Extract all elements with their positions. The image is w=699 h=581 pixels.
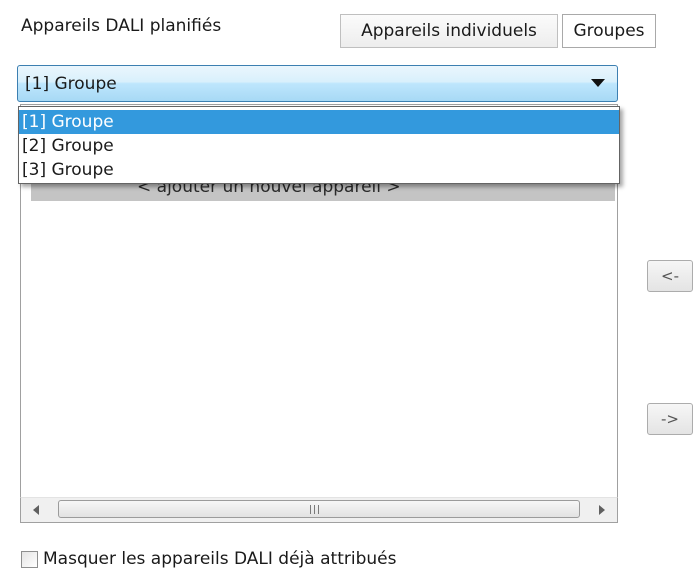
dropdown-option[interactable]: [2] Groupe (19, 134, 619, 158)
arrow-left-icon (33, 505, 39, 515)
chevron-down-icon[interactable] (591, 79, 605, 87)
move-left-button[interactable]: <- (647, 260, 693, 292)
tab-individual-devices[interactable]: Appareils individuels (340, 14, 558, 48)
horizontal-scrollbar[interactable] (20, 497, 618, 523)
panel-title: Appareils DALI planifiés (21, 16, 222, 36)
dropdown-option[interactable]: [1] Groupe (19, 110, 619, 134)
move-right-button[interactable]: -> (647, 403, 693, 435)
grip-lines-icon (314, 505, 315, 514)
group-select-value: [1] Groupe (25, 74, 117, 94)
group-select[interactable]: [1] Groupe (17, 65, 618, 102)
scrollbar-thumb[interactable] (58, 500, 580, 518)
scroll-left-button[interactable] (21, 498, 53, 522)
arrow-right-icon (599, 505, 605, 515)
grip-lines-icon (318, 505, 319, 514)
hide-assigned-checkbox[interactable] (21, 551, 38, 568)
grip-lines-icon (310, 505, 311, 514)
group-dropdown-list: [1] Groupe [2] Groupe [3] Groupe (18, 106, 620, 184)
tab-groups[interactable]: Groupes (562, 14, 656, 48)
scroll-right-button[interactable] (585, 498, 617, 522)
dali-devices-panel: Appareils DALI planifiés Appareils indiv… (0, 0, 699, 581)
dropdown-option[interactable]: [3] Groupe (19, 158, 619, 182)
hide-assigned-label[interactable]: Masquer les appareils DALI déjà attribué… (43, 547, 396, 571)
